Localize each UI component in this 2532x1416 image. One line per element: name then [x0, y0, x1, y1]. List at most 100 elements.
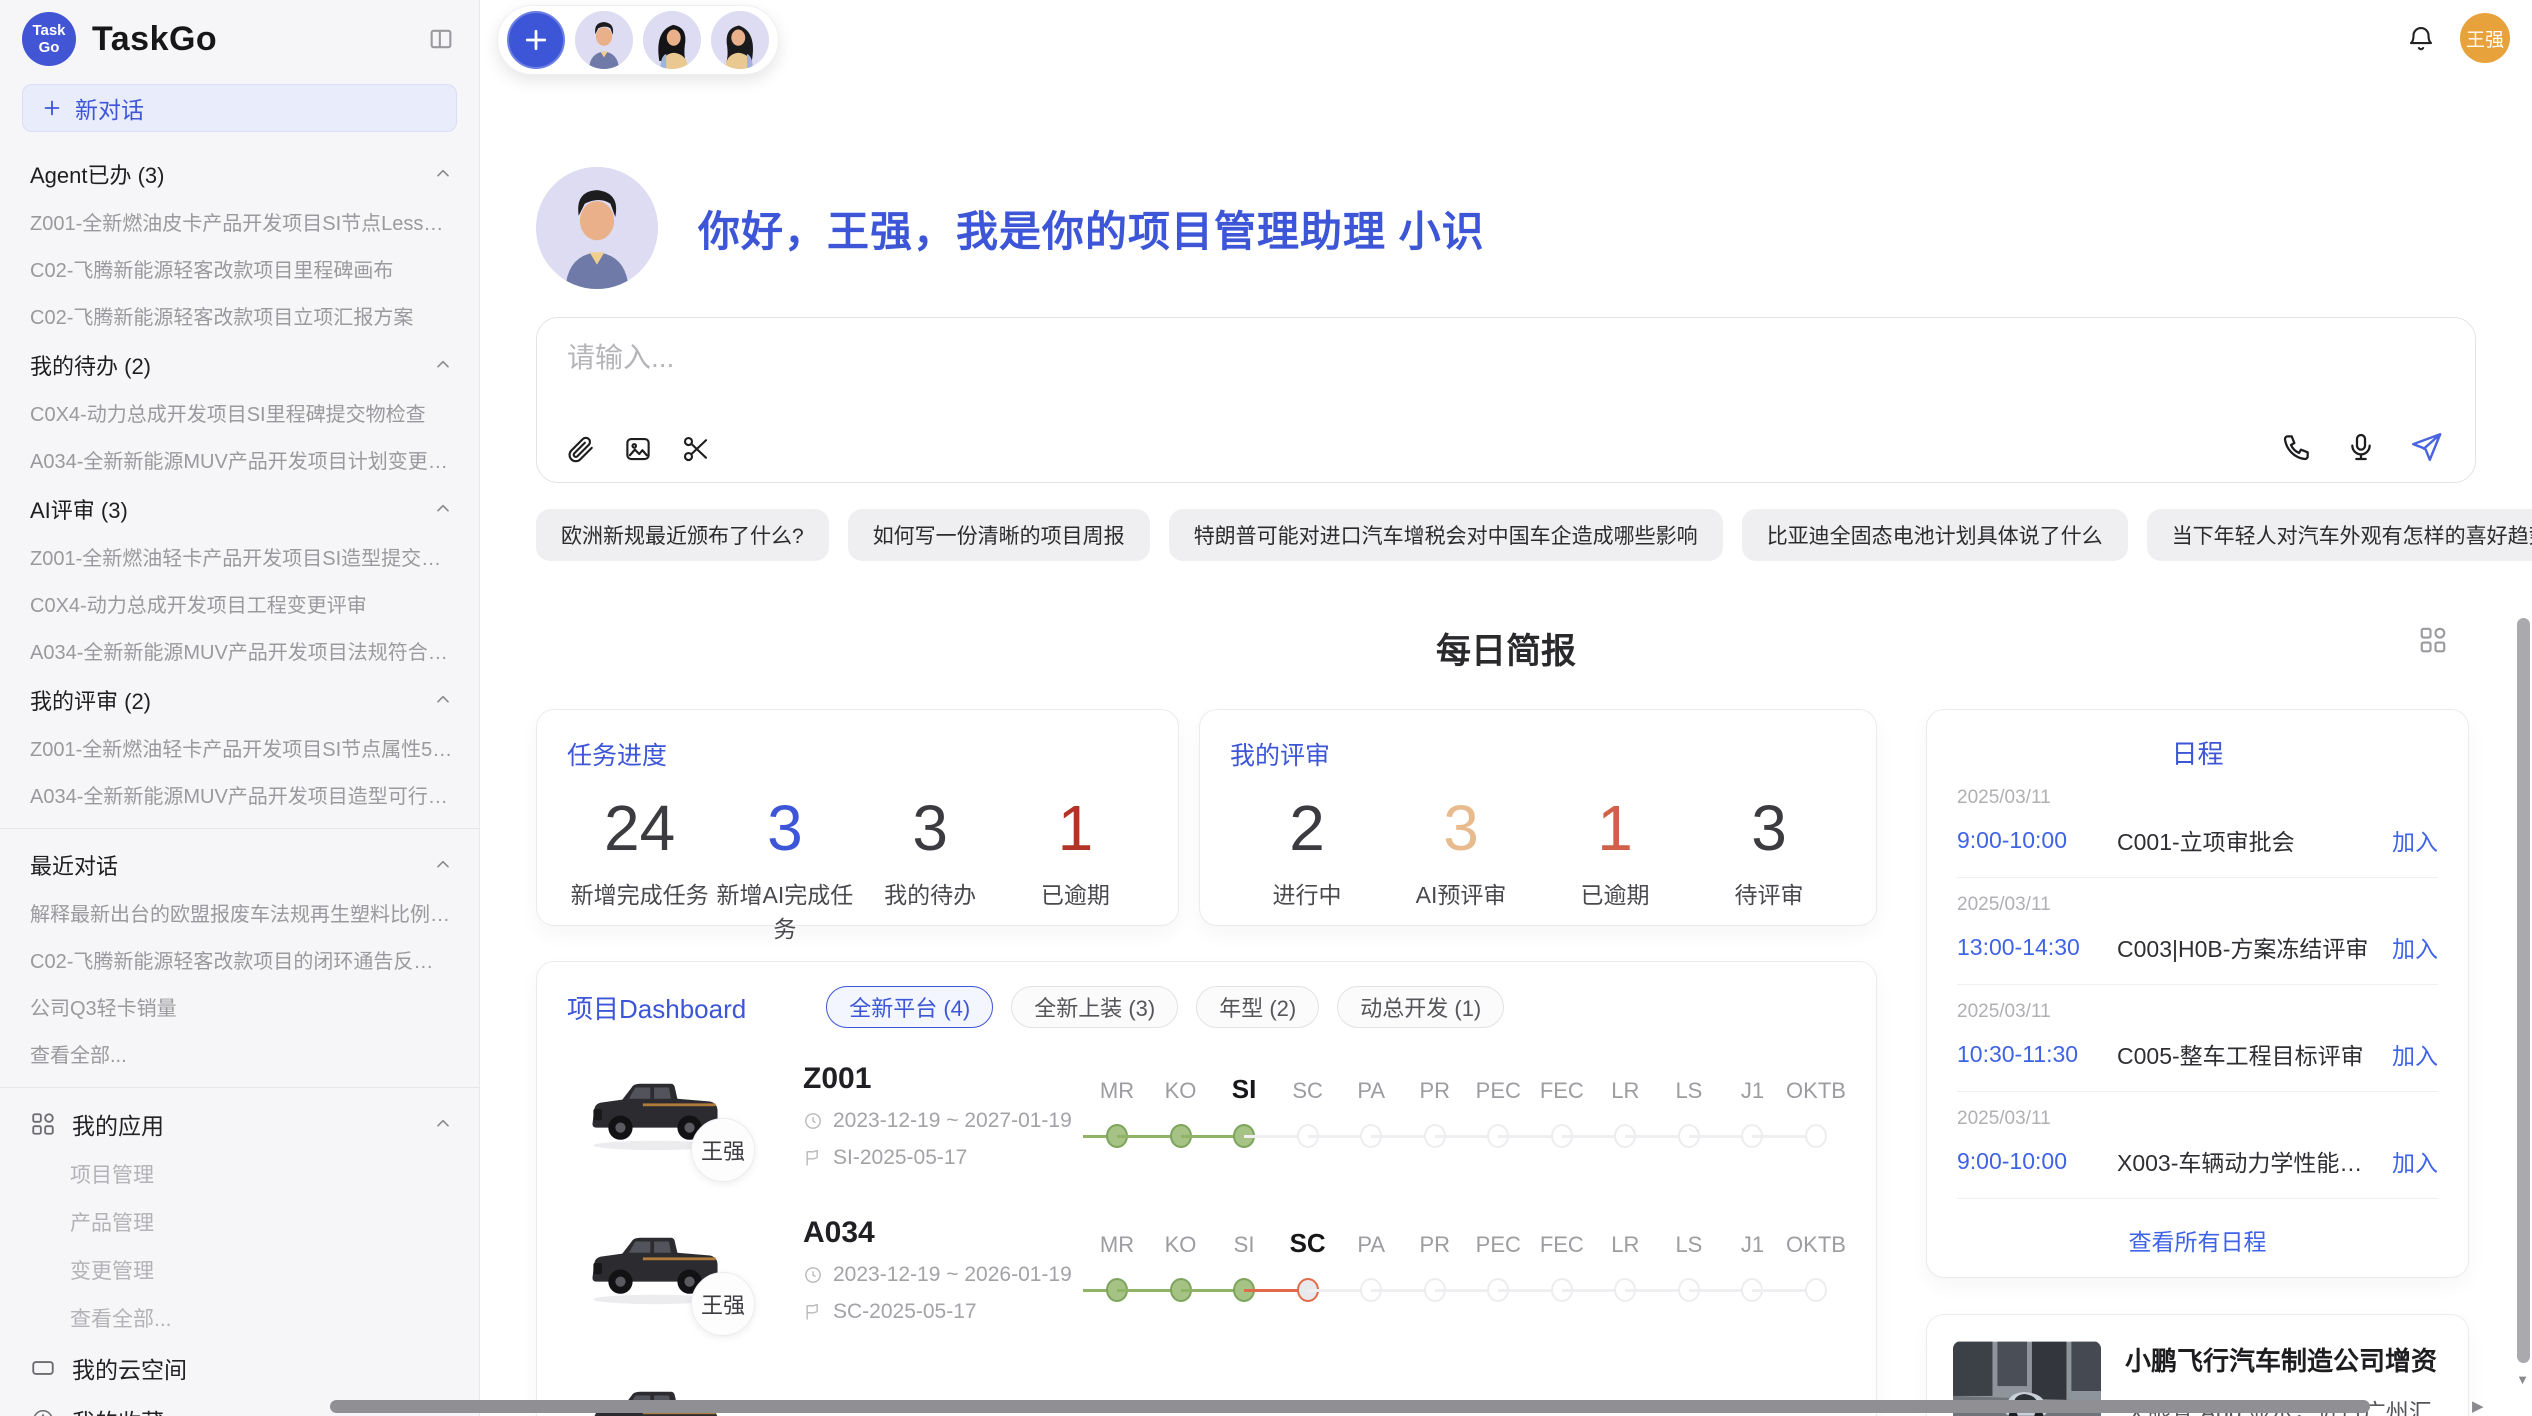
- sidebar-section-1-title: 我的待办 (2): [30, 349, 151, 381]
- scroll-down-arrow[interactable]: ▼: [2516, 1372, 2529, 1387]
- assistant-avatar-2[interactable]: [643, 11, 701, 69]
- sidebar-item[interactable]: 查看全部...: [0, 1030, 479, 1077]
- greeting-text: 你好，王强，我是你的项目管理助理 小识: [698, 198, 1485, 259]
- sidebar-recent-header[interactable]: 最近对话: [0, 839, 479, 889]
- schedule-name: C001-立项审批会: [2117, 823, 2378, 857]
- suggestion-chip[interactable]: 当下年轻人对汽车外观有怎样的喜好趋势: [2147, 509, 2532, 561]
- vertical-scrollbar[interactable]: [2517, 618, 2530, 1363]
- stat-value: 3: [858, 788, 1003, 868]
- project-flag-text: SI-2025-05-17: [833, 1146, 967, 1170]
- stat-value: 3: [712, 788, 857, 868]
- stat-item: 1已逾期: [1538, 788, 1692, 910]
- sidebar-item[interactable]: C02-飞腾新能源轻客改款项目立项汇报方案: [0, 292, 479, 339]
- stat-value: 24: [567, 788, 712, 868]
- sidebar-item[interactable]: Z001-全新燃油皮卡产品开发项目SI节点Lesson Learn报告: [0, 198, 479, 245]
- attachment-icon[interactable]: [565, 434, 595, 464]
- user-avatar[interactable]: 王强: [2460, 13, 2510, 63]
- suggestion-chip[interactable]: 比亚迪全固态电池计划具体说了什么: [1742, 509, 2128, 561]
- assistant-avatar-1[interactable]: [575, 11, 633, 69]
- stat-label: 进行中: [1230, 876, 1384, 910]
- assistant-greeting-avatar: [536, 167, 658, 289]
- image-upload-icon[interactable]: [623, 434, 653, 464]
- stat-label: 已逾期: [1003, 876, 1148, 910]
- collapse-sidebar-icon[interactable]: [427, 25, 455, 53]
- sidebar-section-3-header[interactable]: 我的评审 (2): [0, 674, 479, 724]
- horizontal-scrollbar[interactable]: [330, 1400, 2370, 1413]
- suggestion-chip[interactable]: 如何写一份清晰的项目周报: [848, 509, 1150, 561]
- sidebar-app-item[interactable]: 产品管理: [0, 1198, 479, 1246]
- sidebar-item[interactable]: C02-飞腾新能源轻客改款项目的闭环通告反馈情况: [0, 936, 479, 983]
- layout-grid-icon[interactable]: [2418, 625, 2448, 655]
- screenshot-scissors-icon[interactable]: [681, 434, 711, 464]
- chevron-up-icon: [433, 855, 453, 875]
- sidebar-item[interactable]: A034-全新新能源MUV产品开发项目法规符合性评审: [0, 627, 479, 674]
- logo-text-top: Task: [32, 22, 65, 39]
- clock-icon: [803, 1111, 823, 1131]
- assistant-avatar-3[interactable]: [711, 11, 769, 69]
- schedule-name: C005-整车工程目标评审: [2117, 1037, 2378, 1071]
- sidebar-item-cloud-space[interactable]: 我的云空间: [0, 1342, 479, 1394]
- sidebar-section-0-title: Agent已办 (3): [30, 158, 165, 190]
- message-input[interactable]: [567, 342, 2445, 374]
- stats-row: 任务进度24新增完成任务3新增AI完成任务3我的待办1已逾期我的评审2进行中3A…: [536, 709, 1877, 926]
- dashboard-filter-pill[interactable]: 全新平台 (4): [826, 986, 993, 1028]
- stat-value: 1: [1003, 788, 1148, 868]
- chevron-up-icon: [433, 164, 453, 184]
- sidebar-item[interactable]: 公司Q3轻卡销量: [0, 983, 479, 1030]
- stat-label: 新增AI完成任务: [712, 876, 857, 944]
- sidebar-item[interactable]: C0X4-动力总成开发项目SI里程碑提交物检查: [0, 389, 479, 436]
- dashboard-filter-pill[interactable]: 年型 (2): [1196, 986, 1319, 1028]
- milestone-label: SI: [1232, 1074, 1257, 1105]
- apps-grid-icon: [30, 1111, 56, 1137]
- view-all-schedule-link[interactable]: 查看所有日程: [1957, 1199, 2438, 1257]
- sidebar-recent-title: 最近对话: [30, 849, 118, 881]
- add-assistant-button[interactable]: [507, 11, 565, 69]
- milestone-dot[interactable]: [1805, 1278, 1827, 1302]
- schedule-list: 2025/03/119:00-10:00C001-立项审批会加入2025/03/…: [1957, 771, 2438, 1199]
- sidebar-app-item[interactable]: 查看全部...: [0, 1294, 479, 1342]
- schedule-date: 2025/03/11: [1957, 787, 2438, 809]
- schedule-date: 2025/03/11: [1957, 1108, 2438, 1130]
- dashboard-filter-pill[interactable]: 全新上装 (3): [1011, 986, 1178, 1028]
- sidebar-section-2-header[interactable]: AI评审 (3): [0, 483, 479, 533]
- project-flag-text: SC-2025-05-17: [833, 1300, 977, 1324]
- stat-item: 3待评审: [1692, 788, 1846, 910]
- milestone-label: LS: [1675, 1078, 1702, 1104]
- notification-bell-icon[interactable]: [2406, 23, 2436, 53]
- sidebar-section-3-title: 我的评审 (2): [30, 684, 151, 716]
- sidebar-item[interactable]: C02-飞腾新能源轻客改款项目里程碑画布: [0, 245, 479, 292]
- sidebar-item[interactable]: A034-全新新能源MUV产品开发项目计划变更表编写: [0, 436, 479, 483]
- phone-call-icon[interactable]: [2281, 431, 2313, 463]
- milestone-label: LR: [1611, 1232, 1639, 1258]
- sidebar-section-0-header[interactable]: Agent已办 (3): [0, 148, 479, 198]
- sidebar-item[interactable]: A034-全新新能源MUV产品开发项目造型可行性评审: [0, 771, 479, 818]
- dashboard-filter-pill[interactable]: 动总开发 (1): [1337, 986, 1504, 1028]
- milestone-dot[interactable]: [1805, 1124, 1827, 1148]
- send-icon[interactable]: [2409, 430, 2443, 464]
- join-meeting-link[interactable]: 加入: [2392, 1037, 2438, 1071]
- sidebar-item[interactable]: C0X4-动力总成开发项目工程变更评审: [0, 580, 479, 627]
- sidebar-body: Agent已办 (3) Z001-全新燃油皮卡产品开发项目SI节点Lesson L…: [0, 142, 479, 1416]
- project-vehicle-image: 王强: [585, 1216, 725, 1310]
- join-meeting-link[interactable]: 加入: [2392, 930, 2438, 964]
- topbar: 王强: [480, 0, 2532, 75]
- sidebar-item[interactable]: Z001-全新燃油轻卡产品开发项目SI节点属性5D文件评审: [0, 724, 479, 771]
- project-dates-text: 2023-12-19 ~ 2027-01-19: [833, 1109, 1072, 1133]
- sidebar-item[interactable]: 解释最新出台的欧盟报废车法规再生塑料比例被调至15%...: [0, 889, 479, 936]
- sidebar-section-1-header[interactable]: 我的待办 (2): [0, 339, 479, 389]
- left-column: 任务进度24新增完成任务3新增AI完成任务3我的待办1已逾期我的评审2进行中3A…: [536, 709, 1877, 1416]
- sidebar-app-item[interactable]: 变更管理: [0, 1246, 479, 1294]
- sidebar-item[interactable]: Z001-全新燃油轻卡产品开发项目SI造型提交物评审: [0, 533, 479, 580]
- microphone-icon[interactable]: [2345, 431, 2377, 463]
- suggestion-chip[interactable]: 特朗普可能对进口汽车增税会对中国车企造成哪些影响: [1169, 509, 1723, 561]
- sidebar-app-item[interactable]: 项目管理: [0, 1150, 479, 1198]
- scroll-right-arrow[interactable]: ▶: [2472, 1397, 2484, 1415]
- join-meeting-link[interactable]: 加入: [2392, 1144, 2438, 1178]
- join-meeting-link[interactable]: 加入: [2392, 823, 2438, 857]
- schedule-title: 日程: [1957, 734, 2438, 771]
- project-row: 王强Z0012023-12-19 ~ 2027-01-19SI-2025-05-…: [567, 1062, 1846, 1182]
- sidebar-item-my-apps[interactable]: 我的应用: [0, 1098, 479, 1150]
- daily-brief-header: 每日简报: [536, 623, 2476, 663]
- suggestion-chip[interactable]: 欧洲新规最近颁布了什么?: [536, 509, 829, 561]
- new-chat-button[interactable]: 新对话: [22, 84, 457, 132]
